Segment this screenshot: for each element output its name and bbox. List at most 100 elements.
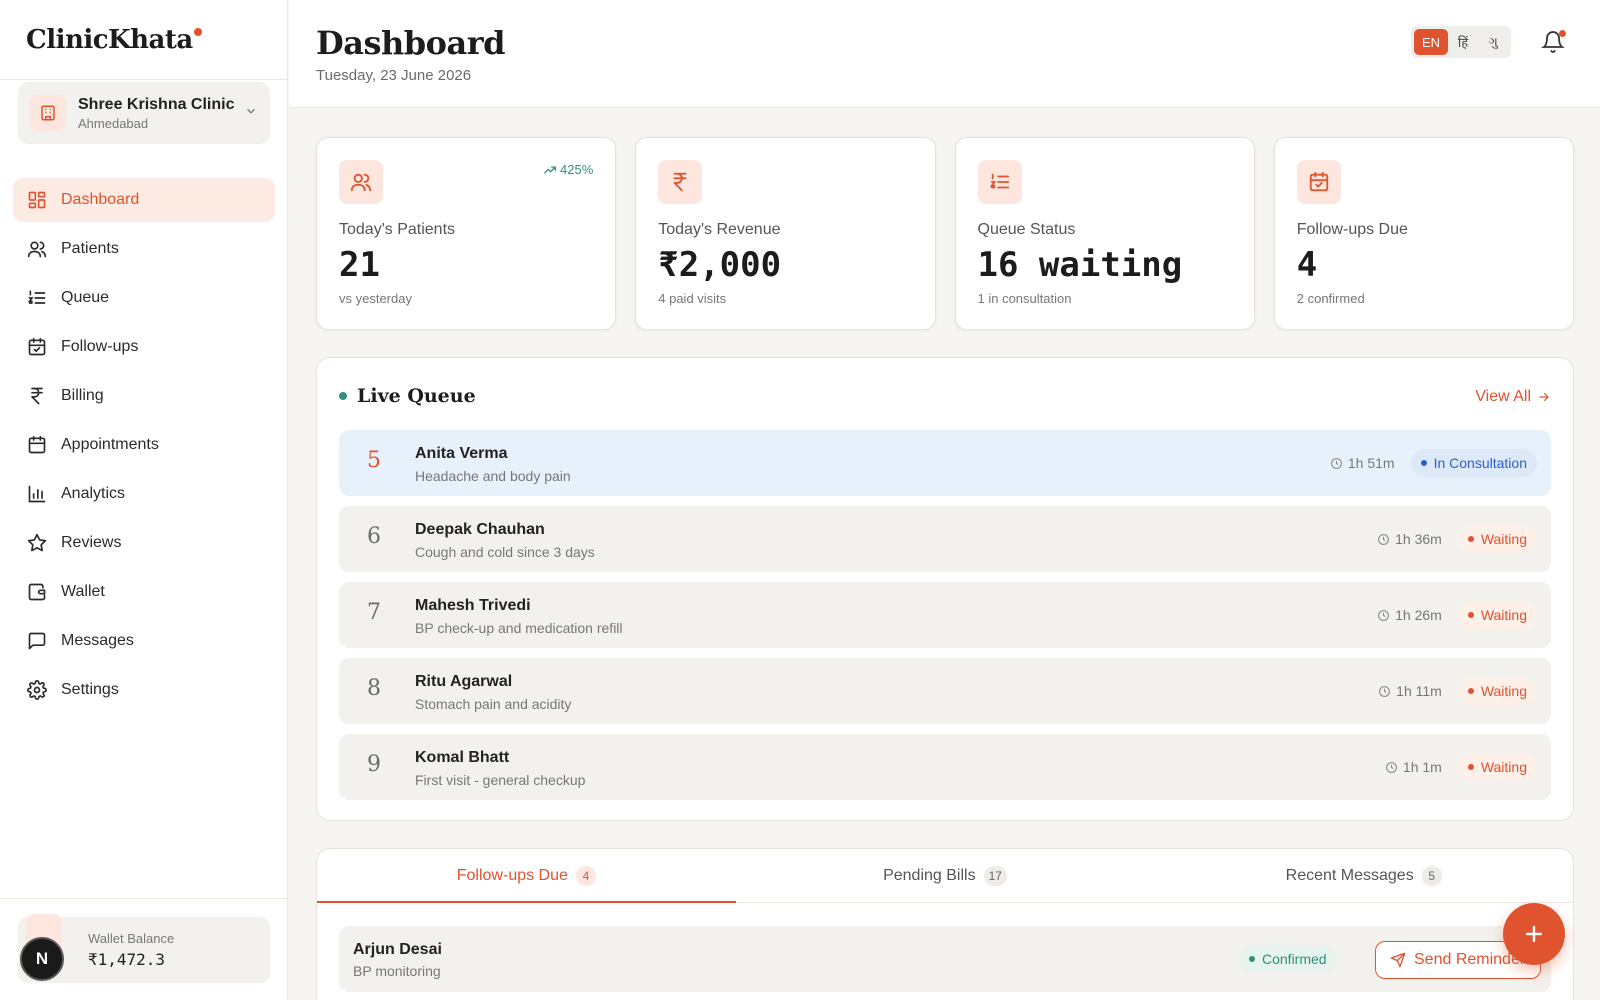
brand-dot [193, 27, 202, 36]
sidebar-item-appointments[interactable]: Appointments [13, 423, 275, 467]
queue-row[interactable]: 6 Deepak Chauhan Cough and cold since 3 … [339, 506, 1551, 572]
stat-label: Today's Revenue [658, 221, 781, 238]
queue-row-meta: 1h 51m In Consultation [1330, 449, 1537, 477]
live-queue-title: Live Queue [339, 385, 476, 407]
bar-chart-icon [28, 485, 46, 503]
stat-sub: 4 paid visits [658, 291, 727, 306]
tab-recent-messages[interactable]: Recent Messages 5 [1154, 849, 1573, 902]
brand-logo[interactable]: ClinicKhata [26, 24, 202, 55]
trend-badge: 425% [543, 162, 593, 177]
language-gu-button[interactable]: ગુ [1478, 29, 1508, 55]
send-icon [1390, 952, 1406, 968]
sidebar-item-label: Patients [61, 240, 119, 257]
dashboard-icon [28, 191, 46, 209]
clinic-city: Ahmedabad [78, 115, 149, 131]
wait-time: 1h 11m [1378, 683, 1442, 699]
list-numbered-icon [977, 160, 1022, 204]
sidebar-item-billing[interactable]: Billing [13, 374, 275, 418]
tab-follow-ups-due[interactable]: Follow-ups Due 4 [317, 849, 736, 903]
sidebar-item-label: Appointments [61, 436, 159, 453]
patient-name: Ritu Agarwal [415, 673, 513, 690]
language-en-button[interactable]: EN [1414, 29, 1449, 55]
clock-icon [1378, 609, 1390, 621]
stat-card-follow-ups[interactable]: Follow-ups Due 4 2 confirmed [1273, 137, 1574, 330]
wait-time-value: 1h 26m [1395, 607, 1442, 623]
patient-complaint: BP check-up and medication refill [415, 620, 623, 636]
sidebar-item-label: Queue [61, 289, 110, 306]
stat-card-queue[interactable]: Queue Status 16 waiting 1 in consultatio… [954, 137, 1255, 330]
avatar[interactable]: N [20, 937, 64, 981]
status-badge: In Consultation [1410, 449, 1537, 477]
calendar-icon [28, 435, 46, 454]
queue-row-meta: 1h 36m Waiting [1377, 525, 1537, 553]
stat-label: Queue Status [977, 221, 1076, 238]
gear-icon [27, 680, 47, 700]
status-dot [1467, 764, 1474, 770]
queue-number: 8 [367, 676, 381, 701]
tab-label: Follow-ups Due [456, 866, 568, 884]
live-queue-title-text: Live Queue [357, 385, 476, 407]
live-queue-panel: Live Queue View All 5 Anita Verma Headac… [316, 357, 1574, 821]
sidebar-item-wallet[interactable]: Wallet [13, 570, 275, 614]
clinic-selector[interactable]: Shree Krishna Clinic Ahmedabad [18, 82, 270, 144]
sidebar-item-patients[interactable]: Patients [13, 227, 275, 271]
status-badge: Waiting [1457, 677, 1537, 705]
tab-bar: Follow-ups Due 4 Pending Bills 17 Recent… [317, 849, 1573, 903]
tab-count: 17 [983, 865, 1007, 886]
status-label: Waiting [1480, 683, 1527, 699]
star-icon [27, 533, 47, 552]
status-badge: Waiting [1457, 525, 1537, 553]
sidebar-item-queue[interactable]: Queue [13, 276, 275, 320]
sidebar-item-settings[interactable]: Settings [13, 668, 275, 712]
sidebar-item-reviews[interactable]: Reviews [13, 521, 275, 565]
queue-row[interactable]: 7 Mahesh Trivedi BP check-up and medicat… [339, 582, 1551, 648]
stat-card-revenue[interactable]: Today's Revenue ₹2,000 4 paid visits [635, 137, 936, 330]
clinic-name: Shree Krishna Clinic [78, 95, 235, 113]
follow-up-row[interactable]: Arjun Desai BP monitoring Confirmed Send… [339, 926, 1551, 992]
notification-bell-icon[interactable] [1541, 30, 1567, 56]
language-hi-button[interactable]: हिं [1448, 29, 1478, 55]
status-dot [1249, 956, 1255, 962]
wait-time: 1h 36m [1377, 531, 1442, 547]
sidebar-item-messages[interactable]: Messages [13, 619, 275, 663]
stat-value: 4 [1296, 245, 1318, 285]
tab-pending-bills[interactable]: Pending Bills 17 [736, 849, 1155, 902]
sidebar-item-analytics[interactable]: Analytics [13, 472, 275, 516]
wait-time-value: 1h 36m [1395, 531, 1442, 547]
tab-label: Recent Messages [1285, 866, 1414, 884]
wallet-balance-label: Wallet Balance [88, 931, 175, 946]
patient-complaint: Cough and cold since 3 days [415, 544, 595, 560]
queue-row[interactable]: 5 Anita Verma Headache and body pain 1h … [339, 430, 1551, 496]
page-date: Tuesday, 23 June 2026 [316, 67, 472, 84]
wait-time: 1h 26m [1377, 607, 1442, 623]
trending-up-icon [544, 165, 556, 174]
patient-name: Komal Bhatt [415, 749, 510, 766]
list-numbered-icon [27, 290, 46, 304]
sidebar-item-label: Follow-ups [61, 338, 139, 355]
sidebar-item-label: Wallet [61, 583, 105, 600]
activity-tabs-panel: Follow-ups Due 4 Pending Bills 17 Recent… [316, 848, 1574, 1000]
sidebar-item-label: Settings [61, 681, 119, 698]
queue-row-meta: 1h 26m Waiting [1377, 601, 1537, 629]
add-fab-button[interactable] [1503, 903, 1565, 965]
tab-count: 5 [1421, 865, 1442, 886]
sidebar-footer: Wallet Balance ₹1,472.3 N [0, 898, 288, 1000]
rupee-icon [658, 160, 703, 204]
stat-card-patients[interactable]: 425% Today's Patients 21 vs yesterday [316, 137, 617, 330]
brand-name: ClinicKhata [26, 24, 193, 55]
building-icon [30, 95, 66, 131]
stat-value: 21 [339, 245, 380, 285]
queue-row[interactable]: 8 Ritu Agarwal Stomach pain and acidity … [339, 658, 1551, 724]
wallet-balance-value: ₹1,472.3 [88, 950, 166, 969]
message-icon [28, 632, 46, 650]
patient-name: Mahesh Trivedi [415, 597, 531, 614]
patient-name: Arjun Desai [353, 941, 442, 958]
send-reminder-label: Send Reminder [1414, 951, 1526, 968]
view-all-link[interactable]: View All [1475, 388, 1551, 406]
sidebar-item-follow-ups[interactable]: Follow-ups [13, 325, 275, 369]
queue-number: 6 [367, 524, 381, 549]
status-dot [1420, 460, 1427, 466]
queue-row[interactable]: 9 Komal Bhatt First visit - general chec… [339, 734, 1551, 800]
sidebar-item-label: Dashboard [61, 191, 140, 208]
sidebar-item-dashboard[interactable]: Dashboard [13, 178, 275, 222]
